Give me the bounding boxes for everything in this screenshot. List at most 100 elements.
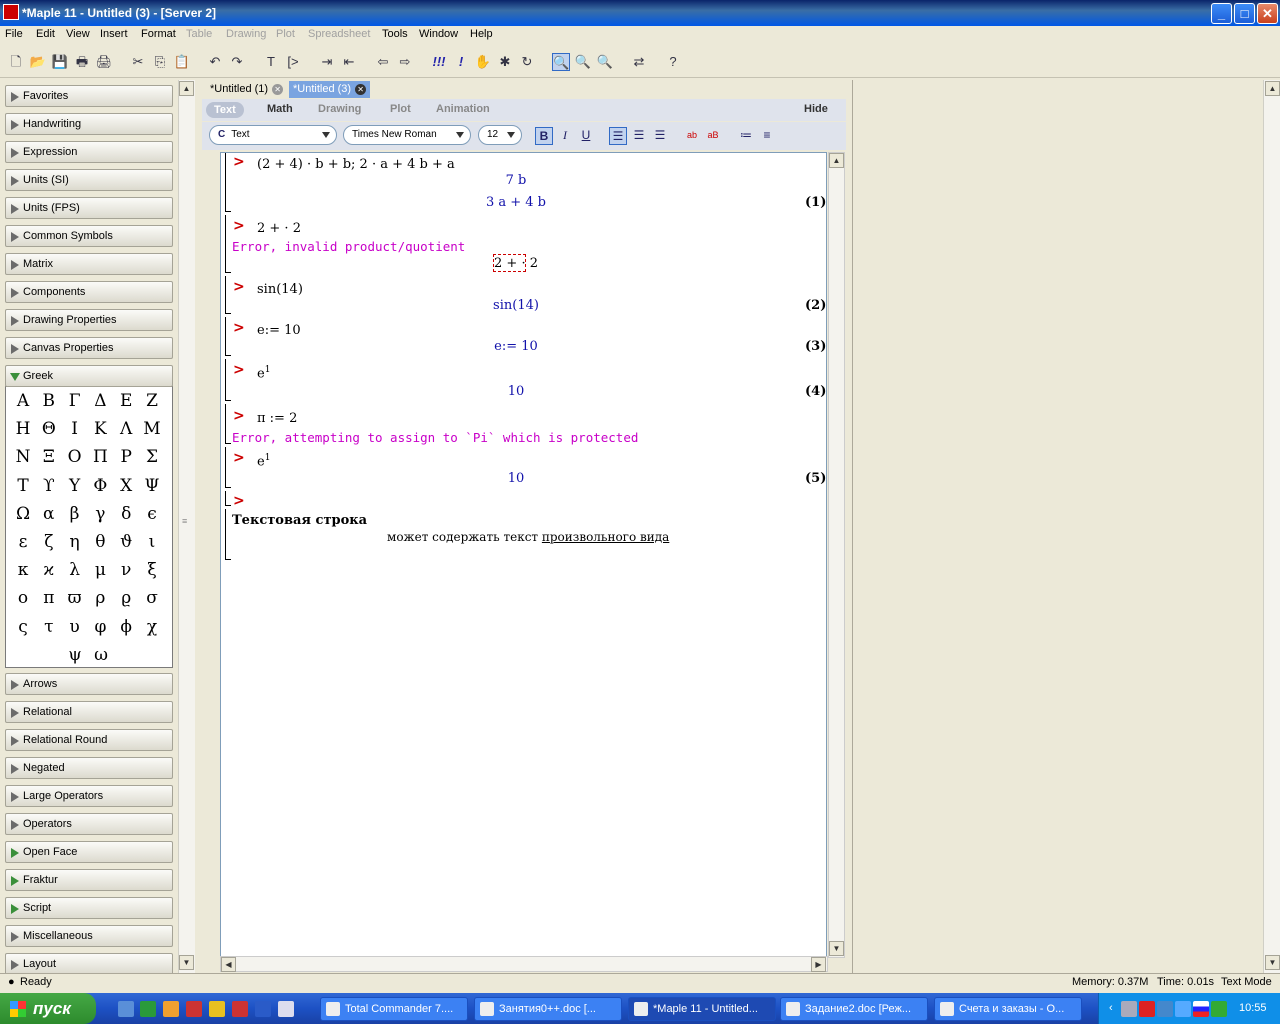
- scroll-right-icon[interactable]: ▶: [811, 957, 826, 972]
- palette-drawing-properties[interactable]: Drawing Properties: [5, 309, 173, 331]
- word-icon[interactable]: [255, 1001, 271, 1017]
- menu-tools[interactable]: Tools: [382, 28, 408, 40]
- greek-symbol[interactable]: θ: [88, 529, 112, 555]
- language-flag-icon[interactable]: [1193, 1001, 1209, 1017]
- greek-symbol[interactable]: Θ: [37, 416, 61, 442]
- palette-expression[interactable]: Expression: [5, 141, 173, 163]
- minimize-button[interactable]: _: [1211, 3, 1232, 24]
- execute-icon[interactable]: !: [452, 53, 470, 71]
- math-prompt-icon[interactable]: [>: [284, 53, 302, 71]
- prompt-icon[interactable]: >: [233, 450, 245, 466]
- tray-app-icon[interactable]: [1121, 1001, 1137, 1017]
- scroll-grip-icon[interactable]: ≡: [182, 516, 187, 526]
- tray-volume-icon[interactable]: [1157, 1001, 1173, 1017]
- greek-symbol[interactable]: ζ: [37, 529, 61, 555]
- greek-symbol[interactable]: ϖ: [63, 585, 87, 611]
- prompt-icon[interactable]: >: [233, 408, 245, 424]
- stop-icon[interactable]: ✋: [474, 53, 492, 71]
- prompt-icon[interactable]: >: [233, 279, 245, 295]
- close-button[interactable]: ✕: [1257, 3, 1278, 24]
- group-bracket[interactable]: [225, 153, 231, 212]
- scroll-up-icon[interactable]: ▲: [179, 81, 194, 96]
- forward-icon[interactable]: ⇨: [396, 53, 414, 71]
- redo-icon[interactable]: ↷: [228, 53, 246, 71]
- greek-symbol[interactable]: Ρ: [114, 444, 138, 470]
- indent-icon[interactable]: ⇥: [318, 53, 336, 71]
- menu-format[interactable]: Format: [141, 28, 176, 40]
- menu-drawing[interactable]: Drawing: [226, 28, 266, 40]
- math-input[interactable]: e1: [257, 453, 270, 469]
- palette-handwriting[interactable]: Handwriting: [5, 113, 173, 135]
- floppy-icon[interactable]: [278, 1001, 294, 1017]
- menu-table[interactable]: Table: [186, 28, 212, 40]
- greek-symbol[interactable]: Λ: [114, 416, 138, 442]
- greek-symbol[interactable]: ϑ: [114, 529, 138, 555]
- start-button[interactable]: пуск: [0, 993, 96, 1024]
- menu-file[interactable]: File: [5, 28, 23, 40]
- scroll-left-icon[interactable]: ◀: [221, 957, 236, 972]
- greek-symbol[interactable]: Φ: [88, 473, 112, 499]
- greek-symbol[interactable]: Π: [88, 444, 112, 470]
- palette-relational-round[interactable]: Relational Round: [5, 729, 173, 751]
- tray-security-icon[interactable]: [1211, 1001, 1227, 1017]
- ctx-tab-text[interactable]: Text: [206, 102, 244, 118]
- greek-symbol[interactable]: υ: [63, 614, 87, 640]
- prompt-icon[interactable]: >: [233, 362, 245, 378]
- bullet-list-icon[interactable]: ≔: [737, 127, 755, 145]
- palette-matrix[interactable]: Matrix: [5, 253, 173, 275]
- scroll-down-icon[interactable]: ▼: [179, 955, 194, 970]
- group-bracket[interactable]: [225, 215, 231, 273]
- greek-symbol[interactable]: η: [63, 529, 87, 555]
- text-heading[interactable]: Текстовая строка: [232, 513, 367, 528]
- bold-button[interactable]: B: [535, 127, 553, 145]
- text-color-icon[interactable]: aB: [704, 127, 722, 145]
- align-right-icon[interactable]: ☰: [651, 127, 669, 145]
- save-icon[interactable]: 💾: [51, 53, 69, 71]
- palette-units-fps[interactable]: Units (FPS): [5, 197, 173, 219]
- ctx-tab-math[interactable]: Math: [267, 103, 293, 115]
- greek-symbol[interactable]: Η: [11, 416, 35, 442]
- palette-layout[interactable]: Layout: [5, 953, 173, 975]
- prompt-icon[interactable]: >: [233, 320, 245, 336]
- tab-untitled-1[interactable]: *Untitled (1) ✕: [206, 81, 287, 98]
- greek-symbol[interactable]: Ψ: [140, 473, 164, 499]
- greek-symbol[interactable]: Σ: [140, 444, 164, 470]
- greek-symbol[interactable]: τ: [37, 614, 61, 640]
- font-select[interactable]: Times New Roman: [343, 125, 471, 145]
- greek-symbol[interactable]: ε: [11, 529, 35, 555]
- math-input[interactable]: 2 + · 2: [257, 221, 301, 236]
- greek-symbol[interactable]: Ι: [63, 416, 87, 442]
- text-paragraph[interactable]: может содержать текст произвольного вида: [387, 530, 669, 544]
- greek-symbol[interactable]: ξ: [140, 557, 164, 583]
- greek-symbol[interactable]: Τ: [11, 473, 35, 499]
- greek-symbol[interactable]: Ε: [114, 388, 138, 414]
- underline-button[interactable]: U: [577, 127, 595, 145]
- taskbar-item[interactable]: Счета и заказы - О...: [934, 997, 1082, 1021]
- taskbar-item[interactable]: *Maple 11 - Untitled...: [628, 997, 776, 1021]
- greek-symbol[interactable]: Ξ: [37, 444, 61, 470]
- align-left-icon[interactable]: ☰: [609, 127, 627, 145]
- greek-symbol[interactable]: ϕ: [114, 614, 138, 640]
- undo-icon[interactable]: ↶: [206, 53, 224, 71]
- palette-fraktur[interactable]: Fraktur: [5, 869, 173, 891]
- group-bracket[interactable]: [225, 509, 231, 560]
- worksheet-vscroll[interactable]: ▲ ▼: [828, 152, 845, 958]
- palette-script[interactable]: Script: [5, 897, 173, 919]
- scroll-down-icon[interactable]: ▼: [829, 941, 844, 956]
- close-tab-icon[interactable]: ✕: [355, 84, 367, 95]
- greek-symbol[interactable]: β: [63, 501, 87, 527]
- worksheet-hscroll[interactable]: ◀ ▶: [220, 956, 828, 972]
- outdent-icon[interactable]: ⇤: [340, 53, 358, 71]
- group-bracket[interactable]: [225, 317, 231, 356]
- scroll-down-icon[interactable]: ▼: [1265, 955, 1280, 970]
- excel-icon[interactable]: [140, 1001, 156, 1017]
- text-mode-icon[interactable]: T: [262, 53, 280, 71]
- palette-canvas-properties[interactable]: Canvas Properties: [5, 337, 173, 359]
- greek-symbol[interactable]: Γ: [63, 388, 87, 414]
- greek-symbol[interactable]: Χ: [114, 473, 138, 499]
- palette-large-operators[interactable]: Large Operators: [5, 785, 173, 807]
- greek-symbol[interactable]: ι: [140, 529, 164, 555]
- greek-symbol[interactable]: γ: [88, 501, 112, 527]
- greek-symbol[interactable]: ψ: [63, 642, 87, 668]
- equation-label[interactable]: (3): [805, 339, 826, 354]
